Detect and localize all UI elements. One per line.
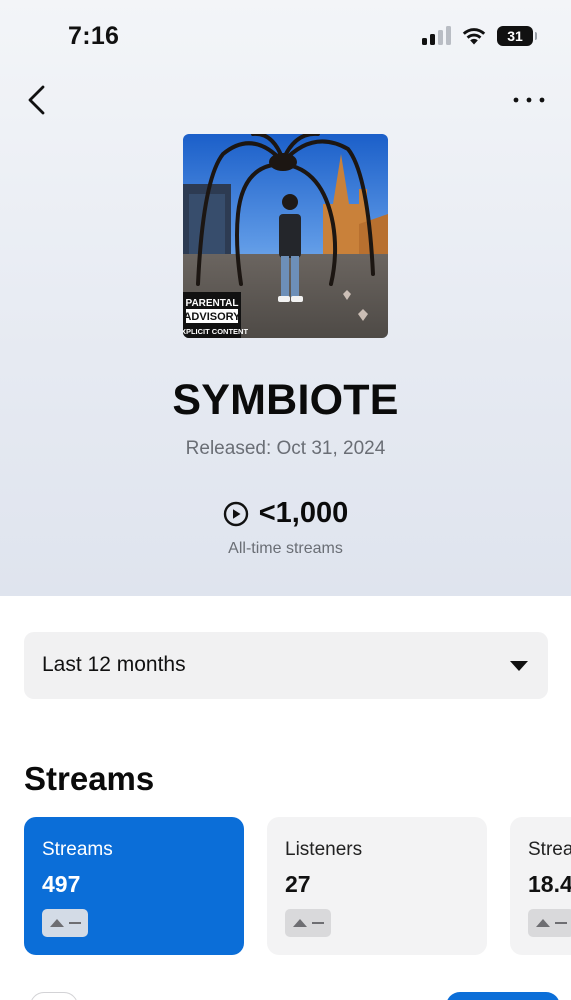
primary-action-button[interactable] [446,992,560,1000]
stat-card-label: Streams [42,839,113,860]
all-time-streams: <1,000 [0,497,571,530]
battery-icon: 31 [497,26,537,46]
stat-card-streams[interactable]: Streams 497 [24,817,244,955]
battery-level: 31 [507,28,523,44]
stat-card-value: 18.4 [528,871,571,897]
release-date: Released: Oct 31, 2024 [185,438,386,459]
stat-card-listeners[interactable]: Listeners 27 [267,817,487,955]
more-options-button[interactable] [509,86,549,114]
svg-text:ADVISORY: ADVISORY [183,311,241,323]
stat-card-value: 497 [42,871,81,897]
parental-advisory-badge: PARENTAL [186,298,239,309]
dash-icon [311,922,324,924]
ellipsis-horizontal-icon [513,97,545,103]
status-time: 7:16 [68,22,120,50]
trend-indicator [528,909,571,937]
status-icons: 31 [422,26,537,46]
stat-card-value: 27 [285,871,311,897]
play-circle-icon [223,501,248,526]
triangle-up-icon [535,919,550,927]
cellular-signal-icon [422,26,451,45]
time-range-dropdown[interactable]: Last 12 months [24,632,548,699]
album-artwork: PARENTAL ADVISORY EXPLICIT CONTENT [183,134,388,338]
stat-card-streams-per-listener[interactable]: Strea 18.4 [510,817,571,955]
all-time-streams-count: <1,000 [258,497,349,529]
triangle-up-icon [292,919,307,927]
chevron-left-icon [28,85,45,115]
caret-down-icon [510,661,528,671]
status-bar: 7:16 31 [0,0,571,76]
release-title: SYMBIOTE [172,376,399,424]
svg-text:EXPLICIT CONTENT: EXPLICIT CONTENT [183,327,248,336]
stat-card-label: Listeners [285,839,363,860]
time-range-selected: Last 12 months [42,653,186,676]
chart-toggle-button[interactable] [30,992,78,1000]
trend-indicator [42,909,88,937]
section-title: Streams [24,760,155,797]
dash-icon [68,922,81,924]
stat-card-label: Strea [528,839,571,860]
trend-indicator [285,909,331,937]
wifi-icon [462,27,486,44]
back-button[interactable] [22,82,54,118]
triangle-up-icon [49,919,64,927]
all-time-streams-caption: All-time streams [228,540,343,557]
dash-icon [554,922,567,924]
stat-cards-carousel[interactable]: Streams 497 Listeners 27 Strea 18.4 [0,817,571,957]
